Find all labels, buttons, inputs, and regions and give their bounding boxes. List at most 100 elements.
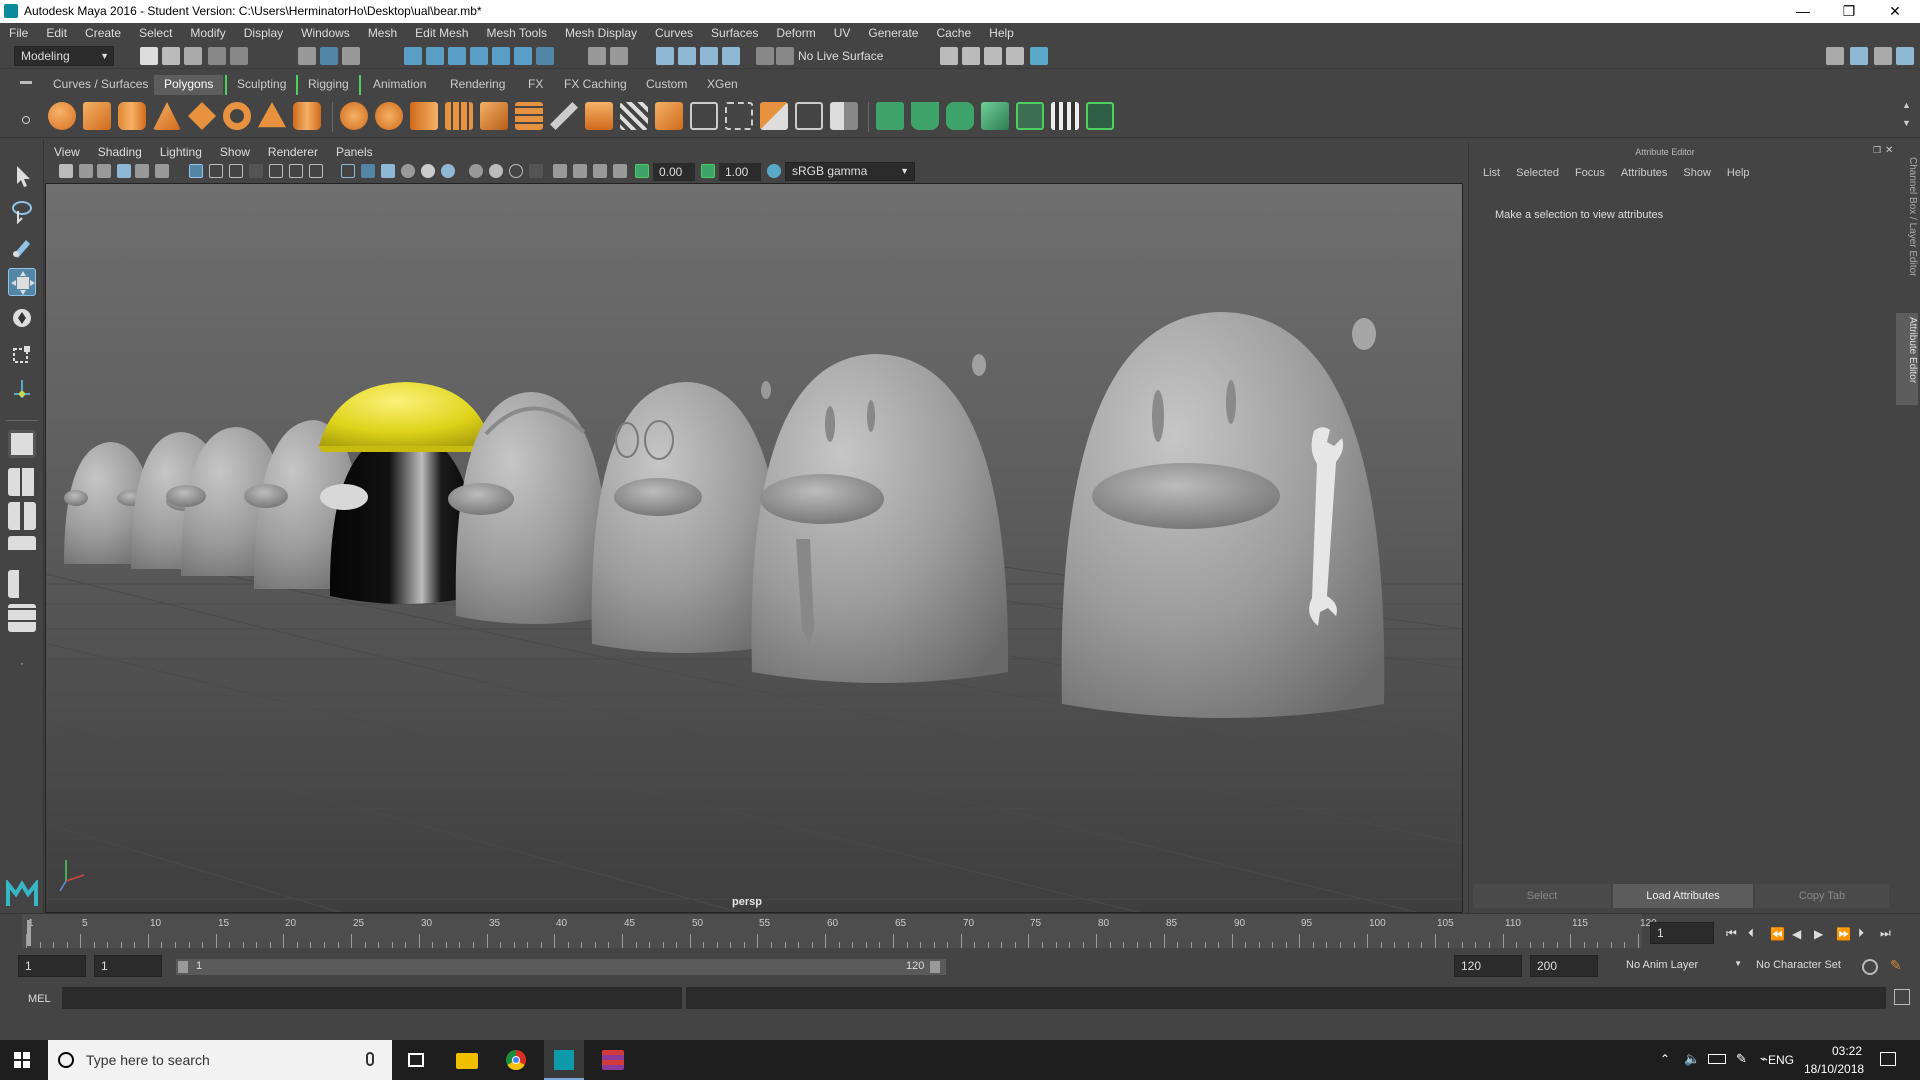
poly-sphere-icon[interactable] — [48, 102, 76, 130]
menu-uv[interactable]: UV — [825, 23, 860, 40]
field-chart-icon[interactable] — [269, 164, 283, 178]
show-hidden-icons-icon[interactable]: ⌃ — [1660, 1052, 1670, 1066]
playback-end-field[interactable]: 120 — [1454, 955, 1522, 977]
viewport-menu-show[interactable]: Show — [211, 143, 259, 159]
task-view-icon[interactable] — [408, 1053, 424, 1067]
shelf-scroll-up-icon[interactable]: ▲ — [1902, 100, 1911, 110]
history-icon[interactable] — [678, 47, 696, 65]
ae-menu-selected[interactable]: Selected — [1508, 167, 1567, 179]
tab-rendering[interactable]: Rendering — [440, 75, 515, 95]
range-handle-start[interactable] — [178, 961, 188, 973]
new-scene-icon[interactable] — [140, 47, 158, 65]
tab-polygons[interactable]: Polygons — [154, 75, 224, 95]
anti-aliasing-icon[interactable] — [509, 164, 523, 178]
offset-edgeloop-icon[interactable] — [725, 102, 753, 130]
two-d-pan-icon[interactable] — [135, 164, 149, 178]
undo-icon[interactable] — [208, 47, 226, 65]
rotate-tool-icon[interactable] — [8, 304, 36, 332]
menu-windows[interactable]: Windows — [292, 23, 359, 40]
bridge-icon[interactable] — [620, 102, 648, 130]
xray-icon[interactable] — [573, 164, 587, 178]
anim-preferences-icon[interactable]: ✎ — [1890, 957, 1908, 975]
step-back-icon[interactable]: ⏴ — [1748, 926, 1770, 941]
more-layouts-icon[interactable]: · — [8, 656, 36, 684]
tab-fx[interactable]: FX — [518, 75, 553, 95]
ambient-occlusion-icon[interactable] — [469, 164, 483, 178]
time-slider[interactable]: 1510152025303540455055606570758085909510… — [0, 913, 1920, 953]
animation-end-field[interactable]: 200 — [1530, 955, 1598, 977]
volume-icon[interactable]: 🔈 — [1684, 1051, 1700, 1067]
battery-icon[interactable] — [1708, 1054, 1726, 1064]
fill-hole-icon[interactable] — [795, 102, 823, 130]
tab-custom[interactable]: Custom — [636, 75, 697, 95]
uv-cylindrical-icon[interactable] — [911, 102, 939, 130]
current-frame-field[interactable]: 1 — [1650, 922, 1714, 944]
lock-icon[interactable] — [588, 47, 606, 65]
poly-cylinder-icon[interactable] — [118, 102, 146, 130]
multi-cut-icon[interactable] — [550, 102, 578, 130]
scene-view[interactable]: persp — [46, 184, 1463, 913]
exposure-value[interactable]: 0.00 — [653, 163, 695, 181]
menuset-dropdown[interactable]: Modeling ▼ — [14, 46, 114, 66]
range-handle-end[interactable] — [930, 961, 940, 973]
grid-toggle-icon[interactable] — [189, 164, 203, 178]
motion-blur-icon[interactable] — [489, 164, 503, 178]
paint-select-icon[interactable] — [8, 232, 36, 260]
tab-sculpting[interactable]: Sculpting — [225, 75, 296, 95]
select-object-icon[interactable] — [320, 47, 338, 65]
poly-plane-icon[interactable] — [188, 102, 216, 130]
range-slider[interactable]: 1 120 — [176, 959, 946, 975]
auto-key-icon[interactable] — [1862, 959, 1878, 975]
smooth-icon[interactable] — [410, 102, 438, 130]
tool-settings-icon[interactable] — [1874, 47, 1892, 65]
snap-curve-icon[interactable] — [426, 47, 444, 65]
tab-xgen[interactable]: XGen — [697, 75, 748, 95]
symmetry-icon[interactable] — [610, 47, 628, 65]
animation-start-field[interactable]: 1 — [18, 955, 86, 977]
poly-torus-icon[interactable] — [223, 102, 251, 130]
select-component-icon[interactable] — [342, 47, 360, 65]
gamma-icon[interactable] — [701, 164, 715, 178]
construction-icon[interactable] — [722, 47, 740, 65]
viewport-menu-renderer[interactable]: Renderer — [259, 143, 327, 159]
wireframe-on-shaded-icon[interactable] — [381, 164, 395, 178]
grease-pencil-icon[interactable] — [155, 164, 169, 178]
gate-mask-icon[interactable] — [249, 164, 263, 178]
safe-title-icon[interactable] — [309, 164, 323, 178]
go-to-end-icon[interactable]: ⏭ — [1880, 926, 1902, 941]
poly-cone-icon[interactable] — [153, 102, 181, 130]
combine-icon[interactable] — [340, 102, 368, 130]
color-management-icon[interactable] — [767, 164, 781, 178]
poly-cube-icon[interactable] — [83, 102, 111, 130]
menu-deform[interactable]: Deform — [767, 23, 824, 40]
mirror-icon[interactable] — [480, 102, 508, 130]
save-scene-icon[interactable] — [184, 47, 202, 65]
ae-menu-focus[interactable]: Focus — [1567, 167, 1613, 179]
ipr-render-icon[interactable] — [984, 47, 1002, 65]
open-scene-icon[interactable] — [162, 47, 180, 65]
winrar-icon[interactable] — [602, 1050, 624, 1070]
use-all-lights-icon[interactable] — [421, 164, 435, 178]
script-editor-icon[interactable] — [1894, 989, 1910, 1005]
xray-joints-icon[interactable] — [613, 164, 627, 178]
boolean-icon[interactable] — [515, 102, 543, 130]
append-polygon-icon[interactable] — [760, 102, 788, 130]
menu-display[interactable]: Display — [235, 23, 292, 40]
hypershade-icon[interactable] — [1030, 47, 1048, 65]
action-center-icon[interactable] — [1880, 1052, 1896, 1066]
channel-box-icon[interactable] — [1896, 47, 1914, 65]
merge-icon[interactable] — [830, 102, 858, 130]
separate-icon[interactable] — [375, 102, 403, 130]
select-hierarchy-icon[interactable] — [298, 47, 316, 65]
taskbar-search-box[interactable]: Type here to search — [48, 1040, 392, 1080]
language-indicator[interactable]: ENG — [1768, 1053, 1794, 1067]
windows-start-icon[interactable] — [14, 1052, 30, 1068]
maximize-icon[interactable]: ❐ — [1826, 0, 1872, 23]
lasso-tool-icon[interactable] — [8, 197, 36, 225]
make-live-icon[interactable] — [756, 47, 774, 65]
ae-menu-help[interactable]: Help — [1719, 167, 1758, 179]
snap-edge-icon[interactable] — [536, 47, 554, 65]
viewport-menu-view[interactable]: View — [45, 143, 89, 159]
mel-label[interactable]: MEL — [28, 993, 51, 1005]
attribute-editor-side-tab[interactable]: Attribute Editor — [1896, 313, 1918, 405]
